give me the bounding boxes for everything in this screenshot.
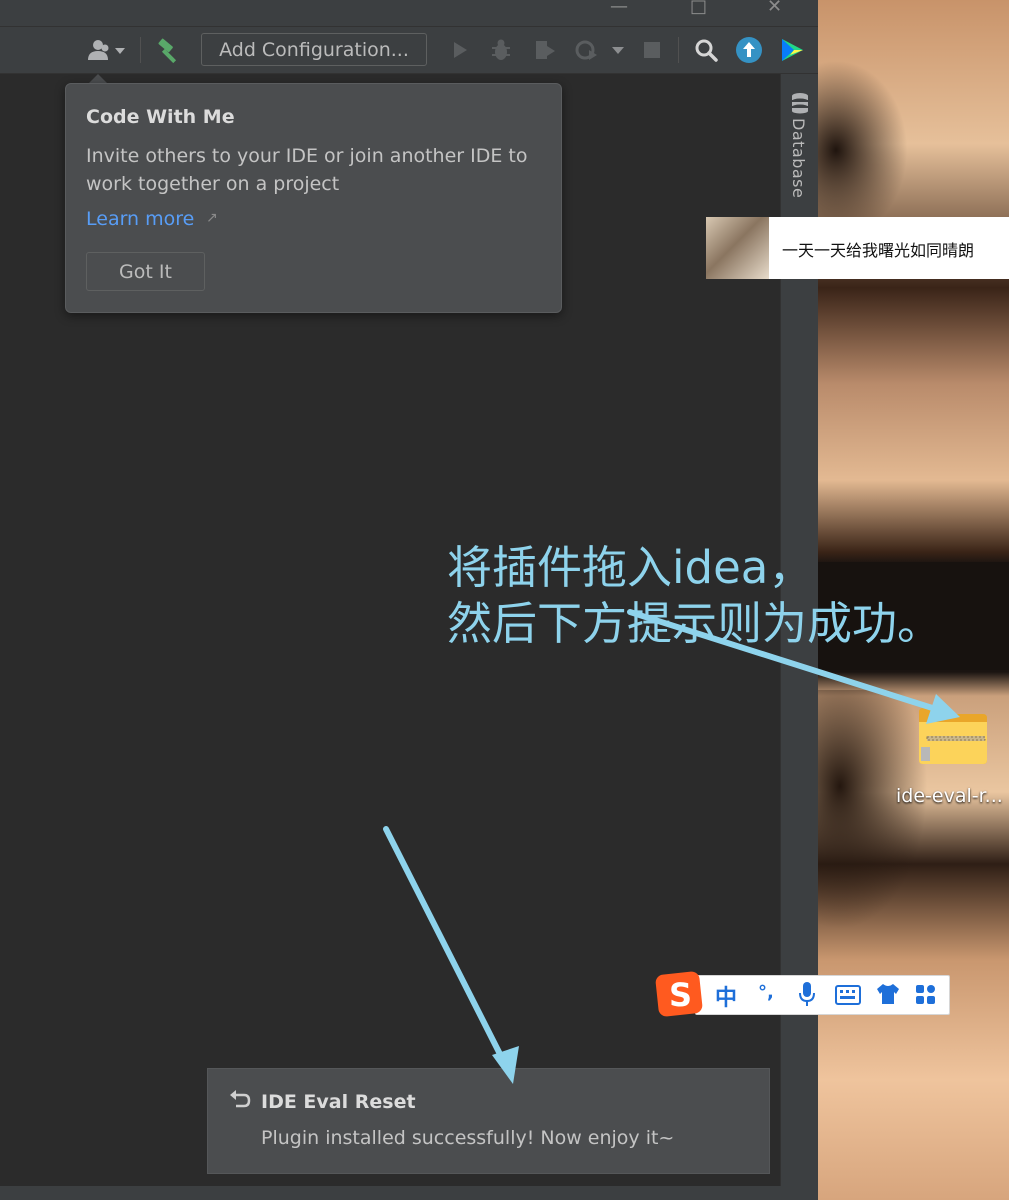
ime-punctuation-toggle[interactable]: °, (758, 982, 774, 1003)
search-everywhere-button[interactable] (690, 27, 722, 73)
stop-button[interactable] (638, 27, 666, 73)
toolbar-separator (678, 37, 679, 63)
stop-icon (644, 42, 660, 58)
bug-icon (492, 39, 510, 60)
skin-shirt-icon[interactable] (875, 983, 901, 1005)
main-toolbar: Add Configuration... (0, 27, 818, 74)
run-icon (454, 42, 467, 58)
database-tool-tab[interactable]: Database (789, 118, 808, 198)
debug-button[interactable] (487, 27, 515, 73)
coverage-button[interactable] (530, 27, 560, 73)
more-run-options-button[interactable] (606, 27, 630, 73)
minimize-icon[interactable]: — (610, 0, 628, 16)
undo-icon (230, 1090, 251, 1108)
close-icon[interactable]: ✕ (767, 0, 782, 16)
add-configuration-button[interactable]: Add Configuration... (201, 33, 427, 66)
got-it-button[interactable]: Got It (86, 252, 205, 291)
jetbrains-toolbox-button[interactable] (775, 27, 809, 73)
code-with-me-popup: Code With Me Invite others to your IDE o… (65, 83, 562, 313)
profile-button[interactable] (572, 27, 602, 73)
popup-description: Invite others to your IDE or join anothe… (86, 145, 528, 195)
ime-mode-toggle[interactable]: 中 (715, 980, 737, 1012)
keyboard-icon[interactable] (835, 985, 861, 1005)
learn-more-link[interactable]: Learn more (86, 208, 194, 230)
update-icon (736, 37, 762, 63)
search-icon (695, 39, 718, 62)
code-with-me-icon (88, 40, 125, 60)
maximize-icon[interactable]: □ (690, 0, 707, 16)
zip-file-label[interactable]: ide-eval-r... (896, 785, 1009, 807)
title-bar: — □ ✕ (0, 0, 818, 27)
toolbox-icon (782, 39, 803, 61)
hammer-icon (158, 38, 177, 64)
ime-toolbar: S 中 °, (655, 970, 950, 1018)
notification-title: IDE Eval Reset (261, 1091, 416, 1113)
wallpaper-shade (818, 690, 928, 930)
popup-title: Code With Me (86, 106, 235, 128)
album-cover (706, 217, 769, 279)
toolbar-separator (140, 37, 141, 63)
plugin-notification[interactable]: IDE Eval Reset Plugin installed successf… (207, 1068, 770, 1174)
profiler-icon (575, 40, 597, 60)
chevron-down-icon (612, 47, 624, 54)
status-bar (0, 1186, 818, 1200)
svg-text:S: S (669, 976, 692, 1014)
sogou-logo-icon[interactable]: S (655, 970, 703, 1018)
external-link-icon: ↗ (206, 210, 218, 226)
zip-folder-icon[interactable] (917, 702, 989, 766)
wallpaper-shade (818, 60, 908, 240)
song-title: 一天一天给我曙光如同晴朗 (782, 241, 975, 260)
microphone-icon[interactable] (798, 981, 816, 1007)
run-button[interactable] (446, 27, 474, 73)
database-icon[interactable] (790, 92, 810, 114)
code-with-me-button[interactable] (84, 27, 130, 73)
notification-message: Plugin installed successfully! Now enjoy… (261, 1127, 675, 1149)
annotation-line-2: 然后下方提示则为成功。 (447, 597, 943, 650)
coverage-icon (536, 41, 555, 59)
toolbox-grid-icon[interactable] (915, 984, 937, 1006)
annotation-line-1: 将插件拖入idea， (447, 541, 814, 594)
build-button[interactable] (152, 27, 186, 73)
music-widget[interactable]: 一天一天给我曙光如同晴朗 (706, 217, 1009, 279)
annotation-text: 将插件拖入idea， 然后下方提示则为成功。 (447, 540, 942, 652)
update-button[interactable] (733, 27, 765, 73)
